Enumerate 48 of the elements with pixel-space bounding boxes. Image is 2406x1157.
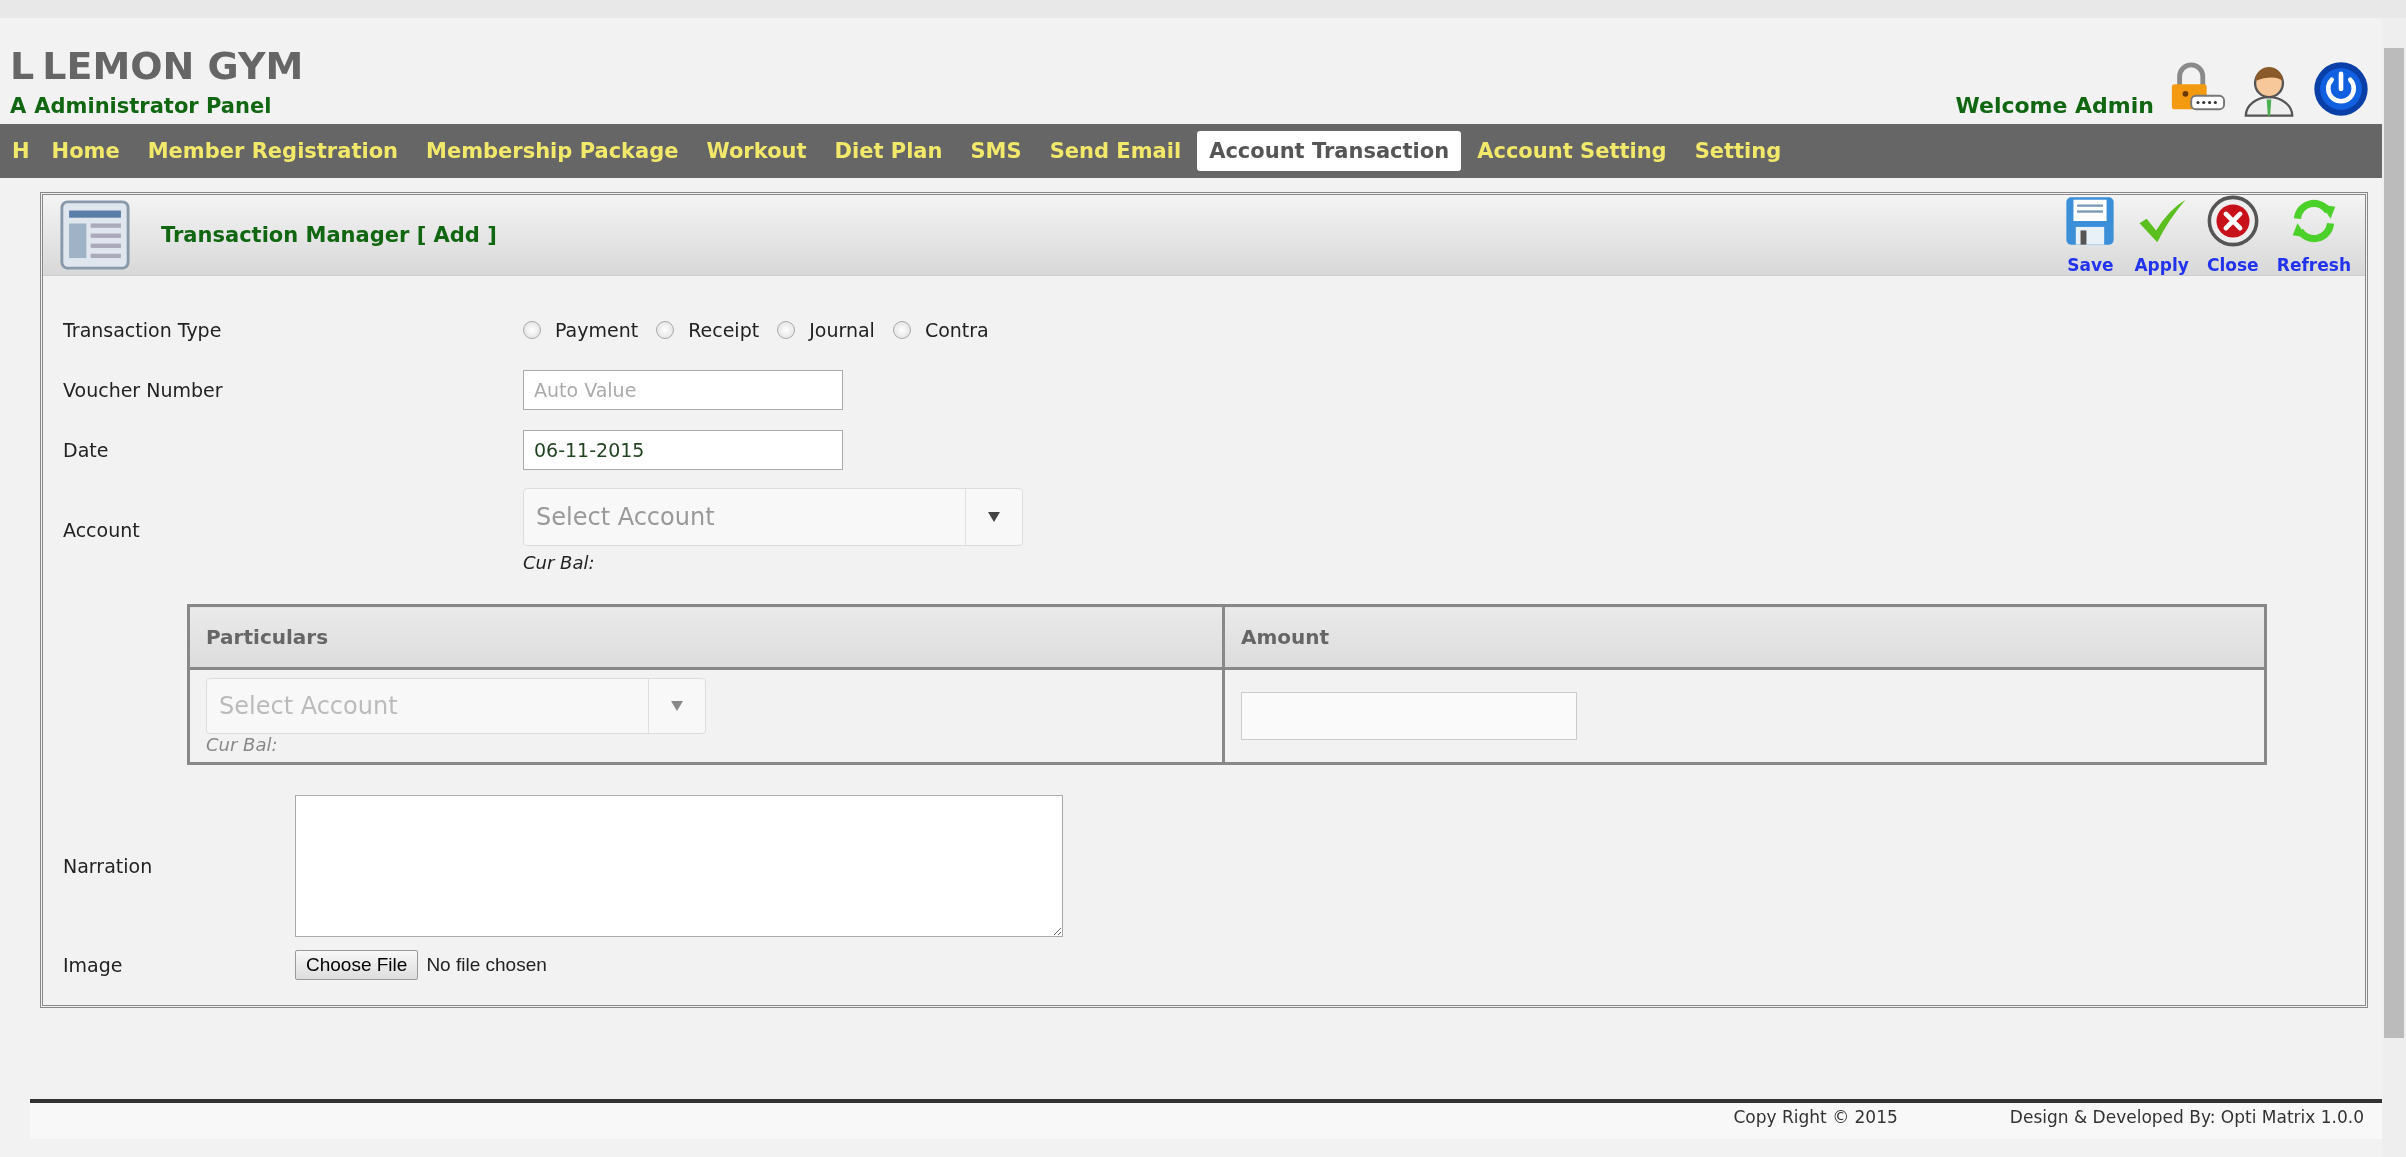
nav-tab[interactable]: SMS — [958, 131, 1034, 171]
nav-fragment: H — [12, 139, 30, 163]
nav-tab[interactable]: Workout — [694, 131, 819, 171]
subtitle-fragment: A — [10, 94, 27, 118]
caret-icon — [988, 511, 1000, 522]
voucher-input[interactable]: Auto Value — [523, 370, 843, 410]
balance-label: Cur Bal: — [523, 551, 596, 573]
brand-title: LEMON GYM — [42, 44, 304, 88]
nav-tab[interactable]: Home — [39, 131, 132, 171]
nav-tab[interactable]: Setting — [1682, 131, 1794, 171]
radio-option[interactable]: Journal — [777, 319, 875, 341]
radio-option[interactable]: Payment — [523, 319, 639, 341]
nav-tab[interactable]: Member Registration — [135, 131, 410, 171]
toolbar-button[interactable]: Save — [2060, 195, 2121, 275]
power-icon[interactable] — [2312, 60, 2370, 118]
panel-subtitle: Administrator Panel — [34, 94, 272, 118]
nav-tab[interactable]: Account Setting — [1465, 131, 1679, 171]
choose-file-button[interactable]: Choose File — [295, 950, 419, 980]
file-status: No file chosen — [426, 954, 547, 976]
nav-tab[interactable]: Send Email — [1037, 131, 1194, 171]
field-label: Account — [63, 519, 141, 541]
panel-title: Transaction Manager [ Add ] — [161, 223, 498, 247]
nav-tab[interactable]: Account Transaction — [1197, 131, 1462, 171]
caret-icon — [671, 700, 683, 711]
credit-text: Design & Developed By: Opti Matrix 1.0.0 — [2009, 1107, 2364, 1129]
column-header: Amount — [1223, 605, 2266, 669]
date-input[interactable]: 06-11-2015 — [523, 430, 843, 470]
toolbar-button[interactable]: Close — [2202, 195, 2263, 275]
copyright-text: Copy Right © 2015 — [1733, 1107, 1898, 1129]
form-icon — [59, 199, 131, 271]
field-label: Date — [63, 439, 110, 461]
field-label: Narration — [63, 855, 154, 877]
welcome-text: Welcome Admin — [1955, 93, 2154, 118]
field-label: Voucher Number — [63, 379, 224, 401]
nav-tab[interactable]: Diet Plan — [822, 131, 955, 171]
field-label: Image — [63, 954, 124, 976]
toolbar-button[interactable]: Apply — [2130, 195, 2193, 275]
column-header: Particulars — [188, 605, 1224, 669]
scrollbar[interactable] — [2382, 18, 2406, 1157]
toolbar-button[interactable]: Refresh — [2272, 195, 2355, 275]
brand-title-fragment: L — [10, 44, 35, 88]
balance-label: Cur Bal: — [206, 733, 278, 755]
nav-tab[interactable]: Membership Package — [414, 131, 691, 171]
radio-option[interactable]: Receipt — [656, 319, 760, 341]
amount-input[interactable] — [1241, 692, 1577, 740]
close-icon — [2206, 195, 2259, 247]
radio-option[interactable]: Contra — [892, 319, 989, 341]
field-label: Transaction Type — [63, 319, 223, 341]
